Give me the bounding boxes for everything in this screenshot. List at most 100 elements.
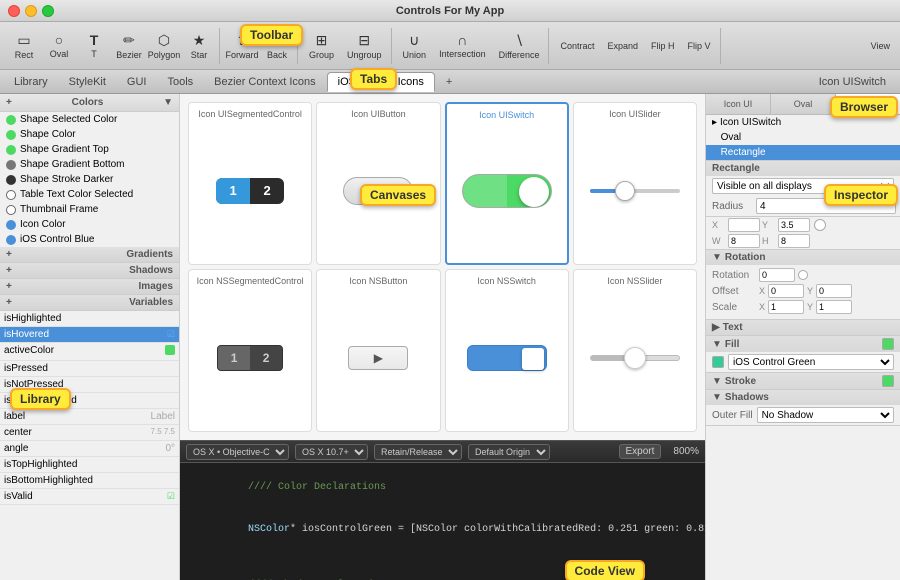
difference-button[interactable]: ∖Difference — [493, 29, 546, 63]
seg-btn-1[interactable]: 1 — [216, 178, 250, 204]
library-item-icon-color[interactable]: Icon Color — [0, 217, 179, 232]
memory-select[interactable]: Retain/Release — [374, 444, 462, 460]
ns-slider-knob[interactable] — [624, 347, 646, 369]
fill-color-select[interactable]: iOS Control Green — [728, 354, 894, 370]
table-row-activeColor[interactable]: activeColor — [0, 343, 179, 361]
canvas-segmented-control[interactable]: Icon UISegmentedControl 1 2 — [188, 102, 312, 265]
library-item-shape-selected[interactable]: Shape Selected Color — [0, 112, 179, 127]
h-input[interactable] — [778, 234, 810, 248]
variables-section[interactable]: + Variables — [0, 295, 179, 311]
table-row-angle[interactable]: angle 0° — [0, 441, 179, 457]
gradients-section[interactable]: + Gradients — [0, 247, 179, 263]
tab-icon-uiswitch[interactable]: Icon UISwitch — [809, 72, 896, 92]
panel-more-icon[interactable]: ▼ — [163, 97, 173, 108]
flip-h-button[interactable]: Flip H — [645, 29, 681, 63]
canvas-ns-segmented[interactable]: Icon NSSegmentedControl 1 2 — [188, 269, 312, 432]
minimize-button[interactable] — [25, 5, 37, 17]
tab-add[interactable]: + — [436, 72, 462, 92]
no-shadow-select[interactable]: No Shadow — [757, 407, 894, 423]
table-row-isBottomHighlighted[interactable]: isBottomHighlighted — [0, 473, 179, 489]
table-row-isTopHighlighted[interactable]: isTopHighlighted — [0, 457, 179, 473]
table-row-center[interactable]: center 7.5 7.5 — [0, 425, 179, 441]
offset-y[interactable] — [816, 284, 852, 298]
ns-switch-widget[interactable] — [467, 345, 547, 371]
library-item-gradient-top[interactable]: Shape Gradient Top — [0, 142, 179, 157]
shadows-section[interactable]: + Shadows — [0, 263, 179, 279]
table-row-label[interactable]: label Label — [0, 409, 179, 425]
x-input[interactable] — [728, 218, 760, 232]
text-tool[interactable]: TT — [77, 29, 111, 63]
ungroup-button[interactable]: ⊟Ungroup — [341, 29, 388, 63]
ns-seg-btn-1[interactable]: 1 — [218, 346, 250, 370]
library-item-table-text[interactable]: Table Text Color Selected — [0, 187, 179, 202]
rotation-circle[interactable] — [798, 270, 808, 280]
table-row-isPressed[interactable]: isPressed — [0, 361, 179, 377]
language-select[interactable]: OS X • Objective-C — [186, 444, 289, 460]
union-button[interactable]: ∪Union — [397, 29, 433, 63]
tab-library[interactable]: Library — [4, 72, 58, 92]
star-tool[interactable]: ★Star — [182, 29, 216, 63]
library-item-thumbnail[interactable]: Thumbnail Frame — [0, 202, 179, 217]
images-section[interactable]: + Images — [0, 279, 179, 295]
ns-seg-btn-2[interactable]: 2 — [250, 346, 282, 370]
rect-tool[interactable]: ▭Rect — [7, 29, 41, 63]
canvas-ns-slider[interactable]: Icon NSSlider — [573, 269, 697, 432]
tab-stylekit[interactable]: StyleKit — [59, 72, 116, 92]
canvas-control-segmented: 1 2 — [216, 123, 284, 258]
library-item-ios-control-blue[interactable]: iOS Control Blue — [0, 232, 179, 247]
browser-item-oval[interactable]: Oval — [706, 130, 900, 145]
ns-button-widget[interactable]: ▶ — [348, 346, 408, 370]
color-dot-table-text — [6, 190, 16, 200]
library-item-gradient-bottom[interactable]: Shape Gradient Bottom — [0, 157, 179, 172]
seg-btn-2[interactable]: 2 — [250, 178, 284, 204]
bezier-tool[interactable]: ✏Bezier — [112, 29, 146, 63]
close-button[interactable] — [8, 5, 20, 17]
canvas-switch[interactable]: Icon UISwitch — [445, 102, 569, 265]
canvas-ns-button[interactable]: Icon NSButton ▶ — [316, 269, 440, 432]
intersection-button[interactable]: ∩Intersection — [433, 29, 492, 63]
offset-x[interactable] — [768, 284, 804, 298]
table-row-isValid[interactable]: isValid ☑ — [0, 489, 179, 505]
view-button[interactable]: View — [865, 29, 896, 63]
zoom-display: 800% — [673, 446, 699, 457]
library-item-stroke-darker[interactable]: Shape Stroke Darker — [0, 172, 179, 187]
ns-slider-widget[interactable] — [590, 348, 680, 368]
color-dot-shape-color — [6, 130, 16, 140]
group-button[interactable]: ⊞Group — [303, 29, 340, 63]
os-version-select[interactable]: OS X 10.7+ — [295, 444, 368, 460]
table-row-isHighlighted[interactable]: isHighlighted — [0, 311, 179, 327]
library-item-shape-color[interactable]: Shape Color — [0, 127, 179, 142]
flip-v-button[interactable]: Flip V — [682, 29, 717, 63]
canvas-ns-switch[interactable]: Icon NSSwitch — [445, 269, 569, 432]
contract-button[interactable]: Contract — [554, 29, 600, 63]
w-input[interactable] — [728, 234, 760, 248]
export-button[interactable]: Export — [619, 444, 662, 459]
tab-tools[interactable]: Tools — [157, 72, 203, 92]
canvas-slider[interactable]: Icon UISlider — [573, 102, 697, 265]
panel-plus-icon[interactable]: + — [6, 97, 12, 108]
inspector-tab-oval[interactable]: Oval — [771, 94, 836, 114]
origin-select[interactable]: Default Origin — [468, 444, 550, 460]
switch-widget[interactable] — [462, 174, 552, 208]
browser-item-rectangle[interactable]: Rectangle — [706, 145, 900, 160]
text-collapse[interactable]: ▶ — [712, 322, 720, 333]
slider-knob[interactable] — [615, 181, 635, 201]
inspector-tab-icon-ui[interactable]: Icon UI — [706, 94, 771, 114]
table-row-isHovered[interactable]: isHovered ☑ — [0, 327, 179, 343]
polygon-tool[interactable]: ⬡Polygon — [147, 29, 181, 63]
stroke-collapse[interactable]: ▼ — [712, 376, 722, 387]
fill-collapse[interactable]: ▼ — [712, 339, 722, 350]
y-input[interactable] — [778, 218, 810, 232]
tab-bezier-context[interactable]: Bezier Context Icons — [204, 72, 326, 92]
oval-tool[interactable]: ○Oval — [42, 29, 76, 63]
slider-widget[interactable] — [590, 181, 680, 201]
transforms-collapse[interactable]: ▼ — [712, 252, 722, 263]
expand-button[interactable]: Expand — [601, 29, 644, 63]
tab-gui[interactable]: GUI — [117, 72, 157, 92]
position-circle[interactable] — [814, 219, 826, 231]
shadows-collapse[interactable]: ▼ — [712, 392, 722, 403]
rotation-x[interactable] — [759, 268, 795, 282]
scale-x[interactable] — [768, 300, 804, 314]
scale-y[interactable] — [816, 300, 852, 314]
fullscreen-button[interactable] — [42, 5, 54, 17]
